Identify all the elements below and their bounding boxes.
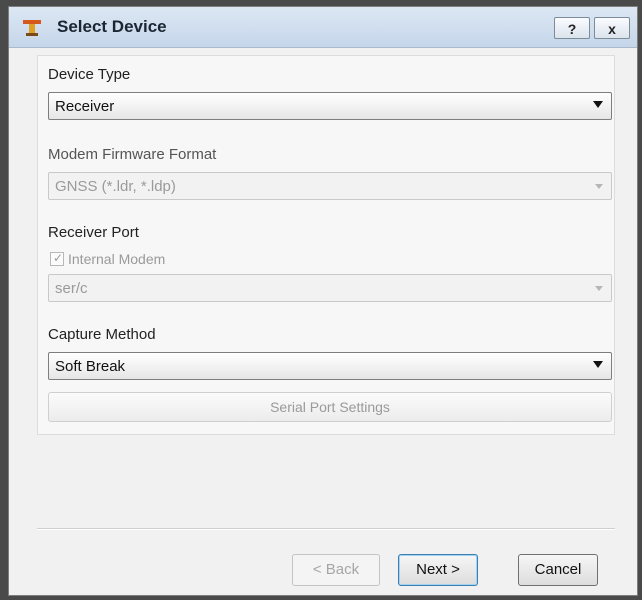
select-device-dialog: Select Device ? x Device Type Receiver M… (8, 6, 638, 596)
modem-firmware-value: GNSS (*.ldr, *.ldp) (55, 178, 176, 195)
next-button[interactable]: Next > (398, 554, 478, 586)
receiver-port-value: ser/c (55, 280, 88, 297)
device-app-icon (23, 20, 41, 36)
chevron-down-icon (595, 286, 603, 291)
back-button[interactable]: < Back (292, 554, 380, 586)
serial-port-settings-button[interactable]: Serial Port Settings (48, 392, 612, 422)
title-bar: Select Device ? x (9, 7, 637, 48)
chevron-down-icon (593, 101, 603, 108)
receiver-port-label: Receiver Port (48, 224, 139, 241)
help-button[interactable]: ? (554, 17, 590, 39)
modem-firmware-dropdown[interactable]: GNSS (*.ldr, *.ldp) (48, 172, 612, 200)
capture-method-label: Capture Method (48, 326, 156, 343)
footer-divider (37, 528, 615, 530)
capture-method-value: Soft Break (55, 358, 126, 375)
device-settings-panel: Device Type Receiver Modem Firmware Form… (37, 55, 615, 435)
chevron-down-icon (593, 361, 603, 368)
checkmark-icon: ✓ (53, 251, 64, 265)
internal-modem-checkbox[interactable]: ✓ (50, 251, 64, 266)
receiver-port-dropdown[interactable]: ser/c (48, 274, 612, 302)
internal-modem-label: Internal Modem (68, 251, 166, 267)
close-button[interactable]: x (594, 17, 630, 39)
window-title: Select Device (57, 17, 167, 36)
device-type-value: Receiver (55, 98, 115, 115)
device-type-dropdown[interactable]: Receiver (48, 92, 612, 120)
cancel-button[interactable]: Cancel (518, 554, 598, 586)
device-type-label: Device Type (48, 66, 131, 83)
capture-method-dropdown[interactable]: Soft Break (48, 352, 612, 380)
modem-firmware-label: Modem Firmware Format (48, 146, 217, 163)
chevron-down-icon (595, 184, 603, 189)
